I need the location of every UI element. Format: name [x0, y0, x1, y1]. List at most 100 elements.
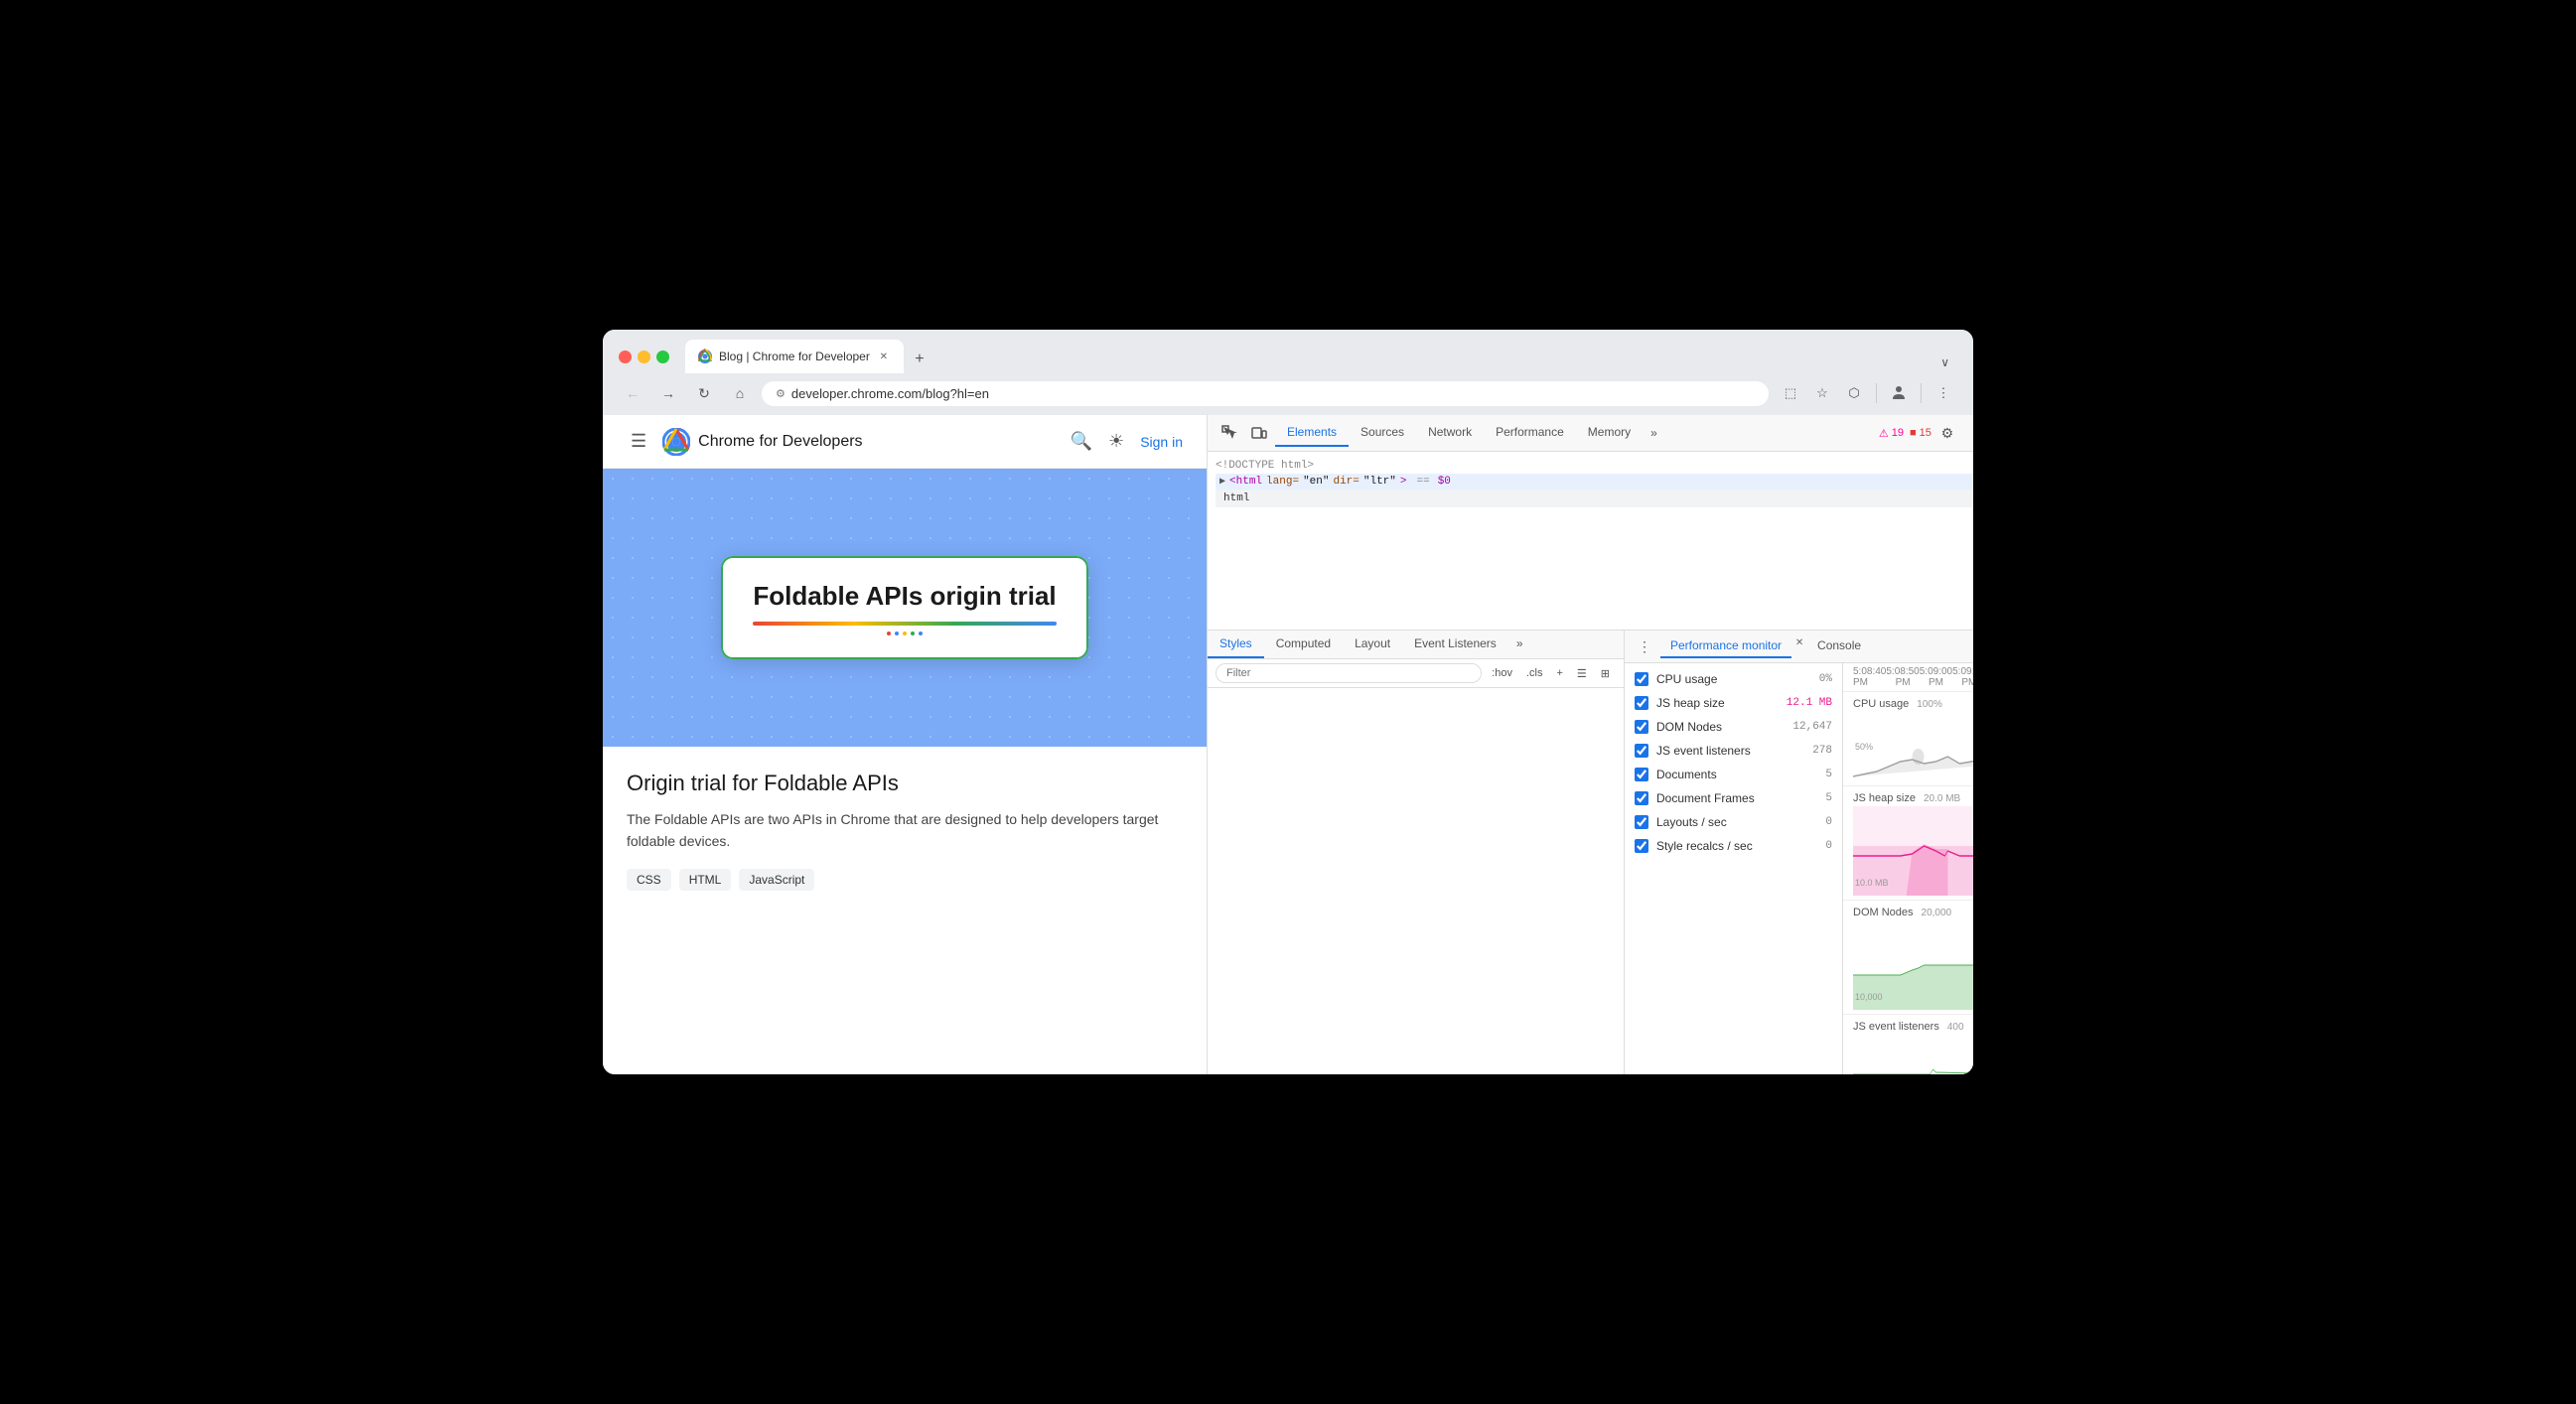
metric-cpu-checkbox[interactable] — [1635, 672, 1648, 686]
site-logo-text: Chrome for Developers — [698, 433, 862, 451]
metric-js-heap-checkbox[interactable] — [1635, 696, 1648, 710]
metric-js-listeners: JS event listeners 278 — [1625, 739, 1842, 763]
tag-css[interactable]: CSS — [627, 869, 671, 891]
hov-button[interactable]: :hov — [1486, 665, 1518, 682]
chart-dom-nodes: DOM Nodes 20,000 10,000 — [1843, 901, 1973, 1015]
metric-js-heap-value: 12.1 MB — [1787, 697, 1832, 709]
expand-arrow-icon: ▶ — [1219, 476, 1225, 488]
screenshot-button[interactable]: ⬚ — [1777, 379, 1804, 407]
site-header: ☰ Chrome for Developers 🔍 — [603, 415, 1207, 469]
metric-js-listeners-name: JS event listeners — [1656, 744, 1804, 758]
device-emulation-button[interactable] — [1245, 419, 1273, 447]
time-label-3: 5:09:00 PM — [1920, 666, 1952, 688]
metric-js-listeners-value: 278 — [1812, 745, 1832, 757]
maximize-window-button[interactable] — [656, 351, 669, 363]
chart-dom-nodes-10k: 10,000 — [1855, 992, 1883, 1002]
metric-documents-value: 5 — [1825, 769, 1832, 780]
article-content: Origin trial for Foldable APIs The Folda… — [603, 747, 1207, 914]
tag-html[interactable]: HTML — [679, 869, 732, 891]
add-style-button[interactable]: + — [1550, 665, 1568, 682]
address-bar[interactable]: ⚙ developer.chrome.com/blog?hl=en — [762, 381, 1769, 406]
metric-style-recalcs-name: Style recalcs / sec — [1656, 839, 1817, 853]
errors-badge[interactable]: ■ 15 — [1910, 427, 1932, 439]
styles-tab-computed[interactable]: Computed — [1264, 631, 1343, 658]
perf-menu-button[interactable]: ⋮ — [1633, 634, 1656, 658]
styles-tab-event-listeners[interactable]: Event Listeners — [1402, 631, 1508, 658]
reload-button[interactable]: ↻ — [690, 379, 718, 407]
metric-documents-checkbox[interactable] — [1635, 768, 1648, 781]
inspect-element-button[interactable] — [1216, 419, 1243, 447]
address-security-icon: ⚙ — [776, 387, 786, 400]
sign-in-button[interactable]: Sign in — [1140, 434, 1183, 450]
perf-tabs: Performance monitor ✕ Console — [1660, 634, 1871, 658]
tab-network[interactable]: Network — [1416, 419, 1484, 447]
google-account-button[interactable] — [1885, 379, 1913, 407]
chart-js-listeners: JS event listeners 400 200 — [1843, 1015, 1973, 1074]
devtools-panel: Elements Sources Network Performance Mem… — [1207, 415, 1973, 1074]
traffic-lights — [619, 351, 669, 363]
html-lang-val: "en" — [1303, 476, 1329, 488]
site-header-actions: 🔍 ☀ Sign in — [1071, 431, 1183, 452]
menu-button[interactable]: ⋮ — [1930, 379, 1957, 407]
performance-monitor-tab[interactable]: Performance monitor — [1660, 634, 1791, 658]
chart-cpu-100: 100% — [1917, 699, 1942, 710]
time-axis: 5:08:40 PM 5:08:50 PM 5:09:00 PM 5:09:10… — [1843, 663, 1973, 692]
styles-tabs: Styles Computed Layout Event Listeners » — [1208, 631, 1624, 659]
tab-elements[interactable]: Elements — [1275, 419, 1349, 447]
cls-button[interactable]: .cls — [1520, 665, 1549, 682]
metric-layouts-checkbox[interactable] — [1635, 815, 1648, 829]
metric-dom-nodes-checkbox[interactable] — [1635, 720, 1648, 734]
devtools-tabs-more-button[interactable]: » — [1643, 422, 1665, 444]
performance-monitor-content: CPU usage 0% JS heap size 12.1 MB DOM No… — [1625, 663, 1973, 1074]
active-tab[interactable]: Blog | Chrome for Developer ✕ — [685, 340, 904, 373]
error-square-icon: ■ — [1910, 427, 1917, 439]
styles-filter-input[interactable] — [1216, 663, 1482, 683]
metrics-list: CPU usage 0% JS heap size 12.1 MB DOM No… — [1625, 663, 1843, 1074]
warnings-badge[interactable]: ⚠ 19 — [1879, 427, 1904, 440]
close-window-button[interactable] — [619, 351, 632, 363]
styles-tabs-more-button[interactable]: » — [1508, 631, 1531, 658]
site-search-button[interactable]: 🔍 — [1071, 431, 1092, 452]
minimize-window-button[interactable] — [638, 351, 650, 363]
tag-javascript[interactable]: JavaScript — [739, 869, 814, 891]
tab-expand-button[interactable]: ∨ — [1932, 351, 1957, 373]
metric-doc-frames-checkbox[interactable] — [1635, 791, 1648, 805]
devtools-main: Styles Computed Layout Event Listeners »… — [1208, 631, 1973, 1074]
performance-monitor-tab-close[interactable]: ✕ — [1791, 634, 1807, 650]
chart-cpu-label: CPU usage — [1853, 698, 1909, 710]
tab-bar: Blog | Chrome for Developer ✕ + ∨ — [685, 340, 1957, 373]
chart-js-heap-canvas: 10.0 MB — [1853, 806, 1973, 896]
console-tab[interactable]: Console — [1807, 634, 1871, 658]
tab-close-button[interactable]: ✕ — [876, 349, 892, 364]
warnings-count: 19 — [1892, 427, 1904, 439]
html-selected-line[interactable]: ▶ <html lang="en" dir="ltr" > == $0 — [1216, 474, 1973, 490]
time-label-1: 5:08:40 PM — [1853, 666, 1886, 688]
styles-tab-layout[interactable]: Layout — [1343, 631, 1402, 658]
hamburger-menu-button[interactable]: ☰ — [627, 427, 650, 456]
theme-toggle-button[interactable]: ☀ — [1108, 431, 1124, 452]
metric-style-recalcs-checkbox[interactable] — [1635, 839, 1648, 853]
devtools-more-menu-button[interactable]: ⋮ — [1963, 419, 1973, 447]
metric-cpu-value: 0% — [1819, 673, 1832, 685]
site-logo: Chrome for Developers — [662, 428, 862, 456]
chart-js-heap-label: JS heap size — [1853, 792, 1916, 804]
html-tag-open: <html — [1229, 476, 1262, 488]
dollar-zero-label: $0 — [1438, 476, 1451, 488]
metric-js-listeners-checkbox[interactable] — [1635, 744, 1648, 758]
bookmark-button[interactable]: ☆ — [1808, 379, 1836, 407]
styles-tab-styles[interactable]: Styles — [1208, 631, 1264, 658]
new-tab-button[interactable]: + — [906, 346, 933, 373]
tab-memory[interactable]: Memory — [1576, 419, 1643, 447]
chart-dom-nodes-20k: 20,000 — [1922, 908, 1952, 918]
doctype-line: <!DOCTYPE html> — [1216, 458, 1973, 474]
home-button[interactable]: ⌂ — [726, 379, 754, 407]
box-model-button[interactable]: ⊞ — [1595, 665, 1616, 682]
element-state-button[interactable]: ☰ — [1571, 665, 1593, 682]
url-text: developer.chrome.com/blog?hl=en — [791, 386, 1755, 401]
forward-button[interactable]: → — [654, 379, 682, 407]
tab-performance[interactable]: Performance — [1484, 419, 1576, 447]
tab-sources[interactable]: Sources — [1349, 419, 1416, 447]
extensions-button[interactable]: ⬡ — [1840, 379, 1868, 407]
back-button[interactable]: ← — [619, 379, 646, 407]
devtools-settings-button[interactable]: ⚙ — [1933, 419, 1961, 447]
